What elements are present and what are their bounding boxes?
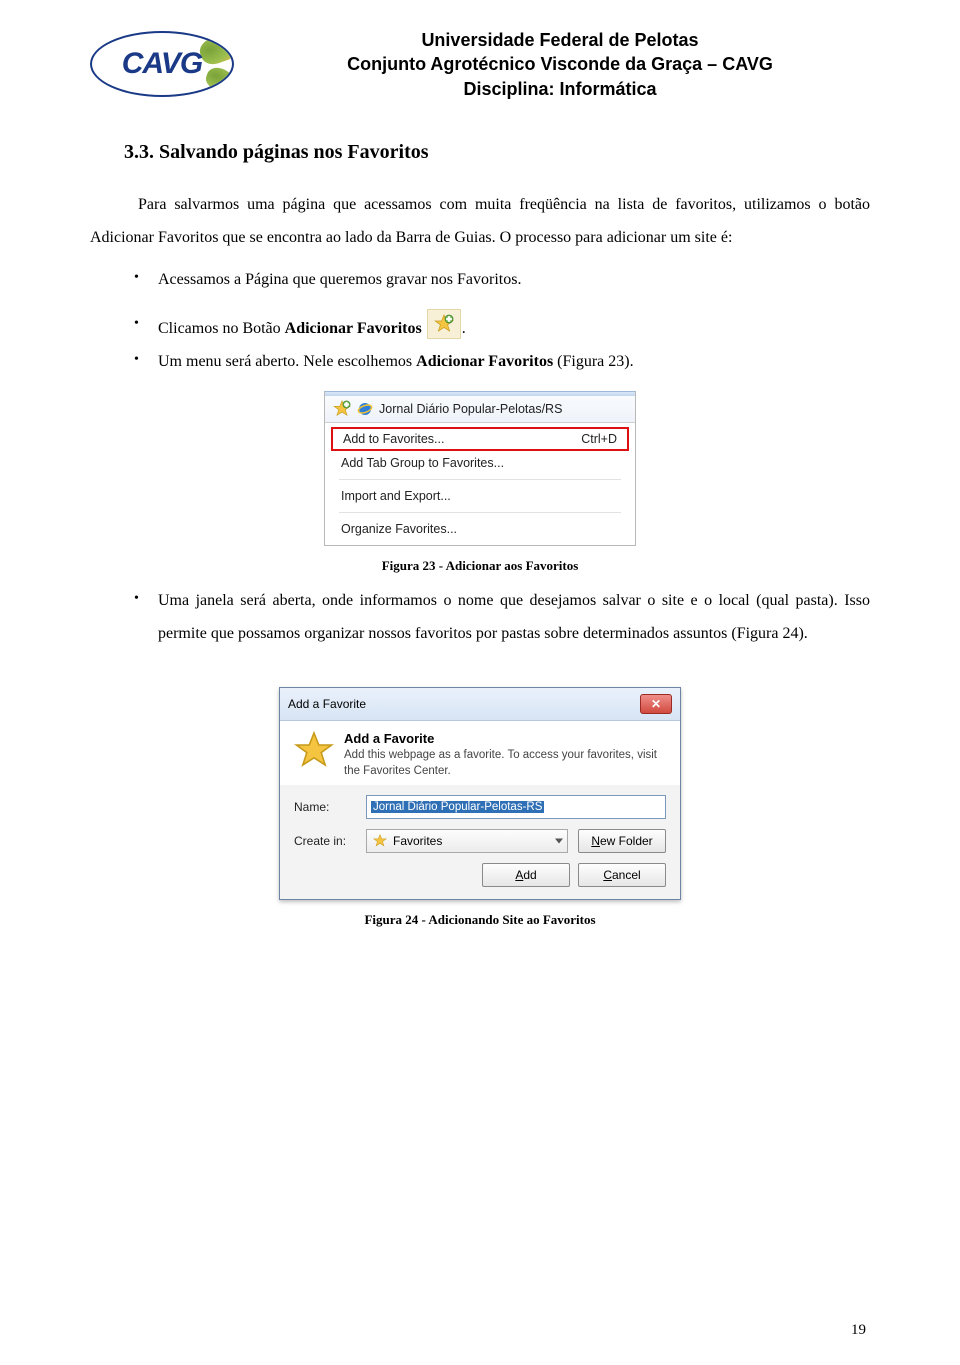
figure-23-caption: Figura 23 - Adicionar aos Favoritos (90, 558, 870, 574)
steps-list-1: Acessamos a Página que queremos gravar n… (90, 263, 870, 297)
name-field[interactable]: Jornal Diário Popular-Pelotas-RS (366, 795, 666, 819)
cancel-button[interactable]: Cancel (578, 863, 666, 887)
name-label: Name: (294, 800, 356, 814)
figure-24-caption: Figura 24 - Adicionando Site ao Favorito… (90, 912, 870, 928)
header-institution-text: Universidade Federal de Pelotas Conjunto… (250, 28, 870, 101)
steps-list-3: Uma janela será aberta, onde informamos … (90, 584, 870, 651)
dialog-title-text: Add a Favorite (288, 697, 366, 711)
chevron-down-icon (555, 839, 563, 844)
dialog-heading-block: Add a Favorite Add this webpage as a fav… (344, 731, 666, 779)
dialog-description: Add this webpage as a favorite. To acces… (344, 748, 666, 779)
browser-tab-title[interactable]: Jornal Diário Popular-Pelotas/RS (379, 402, 562, 416)
figure-24-wrapper: Add a Favorite ✕ Add a Favorite Add this… (90, 687, 870, 900)
menu-add-tab-group[interactable]: Add Tab Group to Favorites... (325, 451, 635, 475)
dialog-heading: Add a Favorite (344, 731, 666, 746)
step-menu-opens: Um menu será aberto. Nele escolhemos Adi… (90, 345, 870, 379)
figure-24-add-favorite-dialog: Add a Favorite ✕ Add a Favorite Add this… (279, 687, 681, 900)
close-button[interactable]: ✕ (640, 694, 672, 714)
menu-import-export[interactable]: Import and Export... (325, 484, 635, 508)
add-button[interactable]: Add (482, 863, 570, 887)
shortcut-text: Ctrl+D (581, 432, 617, 446)
step-access-page: Acessamos a Página que queremos gravar n… (90, 263, 870, 297)
favorites-dropdown-menu: Add to Favorites... Ctrl+D Add Tab Group… (325, 423, 635, 545)
create-in-combobox[interactable]: Favorites (366, 829, 568, 853)
step-click-add-favorites: Clicamos no Botão Adicionar Favoritos . (90, 309, 870, 346)
create-in-label: Create in: (294, 834, 356, 848)
step-dialog-opens: Uma janela será aberta, onde informamos … (90, 584, 870, 651)
intro-paragraph: Para salvarmos uma página que acessamos … (90, 188, 870, 255)
menu-add-to-favorites[interactable]: Add to Favorites... Ctrl+D (331, 427, 629, 451)
page-header: CAVG Universidade Federal de Pelotas Con… (90, 28, 870, 101)
new-folder-button[interactable]: New Folder (578, 829, 666, 853)
section-title: 3.3. Salvando páginas nos Favoritos (124, 141, 870, 164)
page-number: 19 (851, 1322, 866, 1339)
figure-23-favorites-menu: Jornal Diário Popular-Pelotas/RS Add to … (324, 391, 636, 546)
browser-tab-bar: Jornal Diário Popular-Pelotas/RS (325, 396, 635, 423)
steps-list-2: Clicamos no Botão Adicionar Favoritos . … (90, 309, 870, 379)
close-icon: ✕ (651, 697, 661, 711)
logo-text: CAVG (122, 49, 202, 79)
dialog-titlebar: Add a Favorite ✕ (280, 688, 680, 721)
name-field-value: Jornal Diário Popular-Pelotas-RS (371, 801, 544, 813)
cavg-logo: CAVG (90, 31, 234, 97)
create-in-value: Favorites (393, 834, 442, 848)
menu-organize-favorites[interactable]: Organize Favorites... (325, 517, 635, 541)
menu-separator (339, 512, 621, 513)
favorites-folder-icon (373, 834, 387, 848)
ie-icon (357, 401, 373, 417)
add-favorites-icon (427, 309, 461, 339)
star-plus-icon[interactable] (333, 400, 351, 418)
favorite-star-icon (294, 731, 334, 771)
menu-separator (339, 479, 621, 480)
